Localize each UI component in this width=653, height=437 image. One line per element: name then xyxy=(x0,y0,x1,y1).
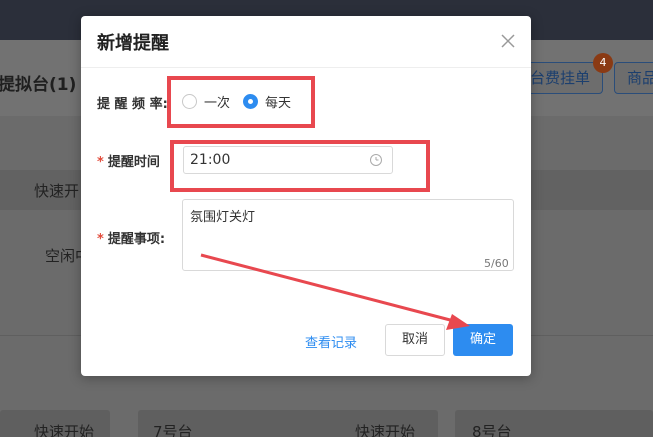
matter-label-text: 提醒事项: xyxy=(107,232,166,247)
frequency-label: 提 醒 频 率: xyxy=(97,97,168,112)
close-icon[interactable] xyxy=(497,30,519,52)
table-name: 7号台 xyxy=(153,423,193,437)
quick-start-label[interactable]: 快速开始 xyxy=(355,421,415,437)
table-name: 8号台 xyxy=(472,423,512,437)
confirm-button[interactable]: 确定 xyxy=(453,324,513,356)
notification-badge: 4 xyxy=(593,53,613,73)
page-title: 提拟台(1) xyxy=(0,75,77,95)
view-history-link[interactable]: 查看记录 xyxy=(305,332,357,351)
goods-button[interactable]: 商品 xyxy=(614,62,653,94)
matter-textarea[interactable]: 氛围灯关灯 xyxy=(182,199,514,271)
time-label: * 提醒时间 xyxy=(97,151,160,170)
dialog-header: 新增提醒 xyxy=(81,16,531,68)
time-label-text: 提醒时间 xyxy=(107,155,160,170)
required-mark: * xyxy=(97,155,104,170)
char-counter: 5/60 xyxy=(484,257,509,270)
cancel-button[interactable]: 取消 xyxy=(385,324,445,356)
annotation-box-time xyxy=(170,140,430,192)
required-mark: * xyxy=(97,232,104,247)
dialog-title: 新增提醒 xyxy=(97,33,169,54)
add-reminder-dialog: 新增提醒 提 醒 频 率: 一次 每天 * 提醒时间 21:00 * 提醒事项: 氛… xyxy=(81,16,531,376)
matter-label: * 提醒事项: xyxy=(97,228,165,247)
annotation-box-frequency xyxy=(167,76,315,128)
quick-start-label[interactable]: 快速开 xyxy=(34,180,79,201)
quick-start-label[interactable]: 快速开始 xyxy=(34,421,94,437)
